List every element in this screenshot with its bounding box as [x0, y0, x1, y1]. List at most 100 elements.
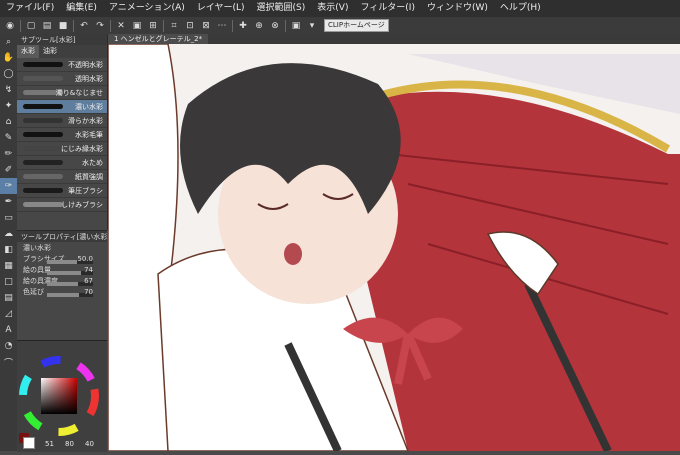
clear-icon[interactable]: ✕ [115, 20, 127, 32]
figure-tool-icon[interactable]: □ [0, 274, 17, 290]
menu-animation[interactable]: アニメーション(A) [103, 0, 191, 17]
airbrush-tool-icon[interactable]: ✒ [0, 194, 17, 210]
save-icon[interactable]: ■ [57, 20, 69, 32]
property-value: 74 [84, 265, 93, 274]
artwork-canvas[interactable] [108, 44, 680, 451]
separator [232, 19, 233, 32]
snap-grid-icon[interactable]: ⊕ [253, 20, 265, 32]
color-panel: 51 80 40 [17, 340, 107, 452]
document-tab-bar: 1 ヘンゼルとグレーテル_2* [108, 34, 680, 44]
property-value: 67 [84, 276, 93, 285]
brush-item[interactable]: しけみブラシ [17, 198, 107, 212]
brush-item[interactable]: 濁り&なじませ [17, 86, 107, 100]
brush-item-label: 紙質強調 [75, 172, 103, 181]
brush-item[interactable]: 筆圧ブラシ [17, 184, 107, 198]
text-tool-icon[interactable]: A [0, 322, 17, 338]
menu-file[interactable]: ファイル(F) [0, 0, 60, 17]
property-row[interactable]: 色延び 70 [17, 286, 107, 297]
menu-filter[interactable]: フィルター(I) [354, 0, 421, 17]
brush-tool-icon[interactable]: ✐ [0, 162, 17, 178]
canvas-area[interactable]: 1 ヘンゼルとグレーテル_2* [108, 34, 680, 451]
tool-palette: ⌕ ✋ ◯ ↯ ✦ ⌂ ✎ ✏ ✐ ✑ ✒ ▭ ☁ ◧ ▦ □ ▤ ◿ A ◔ … [0, 34, 18, 451]
brush-stroke-preview [23, 132, 63, 137]
separator [20, 19, 21, 32]
timelapse-icon[interactable]: ▣ [290, 20, 302, 32]
select-tool-icon[interactable]: ◯ [0, 66, 17, 82]
select-all-icon[interactable]: ⊠ [200, 20, 212, 32]
pencil-tool-icon[interactable]: ✏ [0, 146, 17, 162]
brush-name: 濃い水彩 [23, 243, 51, 252]
brush-item-label: 濁り&なじませ [55, 88, 103, 97]
value-overlay [41, 378, 77, 414]
lasso-tool-icon[interactable]: ↯ [0, 82, 17, 98]
snap-special-icon[interactable]: ⊗ [269, 20, 281, 32]
menu-view[interactable]: 表示(V) [311, 0, 354, 17]
snap-icon[interactable]: ✚ [237, 20, 249, 32]
document-tab[interactable]: 1 ヘンゼルとグレーテル_2* [108, 34, 209, 44]
brush-item[interactable]: 滑らか水彩 [17, 114, 107, 128]
brush-item-label: 水ため [82, 158, 103, 167]
tab-oil[interactable]: 油彩 [39, 45, 61, 58]
brush-item[interactable]: 水彩毛筆 [17, 128, 107, 142]
menu-help[interactable]: ヘルプ(H) [494, 0, 547, 17]
zoom-tool-icon[interactable]: ⌕ [0, 34, 17, 50]
eyedropper-tool-icon[interactable]: ⌂ [0, 114, 17, 130]
eraser-tool-icon[interactable]: ▭ [0, 210, 17, 226]
brush-stroke-preview [23, 174, 63, 179]
brush-item[interactable]: にじみ縁水彩 [17, 142, 107, 156]
brush-item[interactable]: 透明水彩 [17, 72, 107, 86]
brush-item[interactable]: 紙質強調 [17, 170, 107, 184]
menu-selection[interactable]: 選択範囲(S) [251, 0, 312, 17]
invert-selection-icon[interactable]: ⊡ [184, 20, 196, 32]
property-row[interactable]: 絵の具量 74 [17, 264, 107, 275]
snap-ruler-icon[interactable]: ⋯ [216, 20, 228, 32]
separator [163, 19, 164, 32]
clip-homepage-button[interactable]: CLIPホームページ [324, 19, 389, 32]
correct-line-tool-icon[interactable]: ⌒ [0, 354, 17, 370]
fill-tool-icon[interactable]: ◧ [0, 242, 17, 258]
brush-stroke-preview [23, 202, 63, 207]
hand-tool-icon[interactable]: ✋ [0, 50, 17, 66]
deselect-icon[interactable]: ⌗ [168, 20, 180, 32]
subtool-tabs: 水彩 油彩 [17, 45, 107, 58]
color-value-s: 80 [65, 440, 74, 448]
brush-stroke-preview [23, 76, 63, 81]
brush-item-label: 筆圧ブラシ [68, 186, 103, 195]
new-file-icon[interactable]: ▢ [25, 20, 37, 32]
menu-layer[interactable]: レイヤー(L) [191, 0, 251, 17]
brush-item[interactable]: 濃い水彩 [17, 100, 107, 114]
brush-item[interactable]: 不透明水彩 [17, 58, 107, 72]
color-value-h: 51 [45, 440, 54, 448]
watercolor-tool-icon[interactable]: ✑ [0, 178, 17, 194]
brush-stroke-preview [23, 104, 63, 109]
tab-watercolor[interactable]: 水彩 [17, 45, 39, 58]
pen-tool-icon[interactable]: ✎ [0, 130, 17, 146]
menu-edit[interactable]: 編集(E) [60, 0, 103, 17]
dropdown-icon[interactable]: ▾ [306, 20, 318, 32]
open-file-icon[interactable]: ▤ [41, 20, 53, 32]
command-bar: ◉ ▢ ▤ ■ ↶ ↷ ✕ ▣ ⊞ ⌗ ⊡ ⊠ ⋯ ✚ ⊕ ⊗ ▣ ▾ CLIP… [0, 17, 680, 35]
frame-tool-icon[interactable]: ▤ [0, 290, 17, 306]
menu-window[interactable]: ウィンドウ(W) [421, 0, 494, 17]
brush-item-label: 不透明水彩 [68, 60, 103, 69]
sub-color-swatch[interactable] [23, 437, 35, 449]
transform-icon[interactable]: ⊞ [147, 20, 159, 32]
gradient-tool-icon[interactable]: ▦ [0, 258, 17, 274]
undo-icon[interactable]: ↶ [78, 20, 90, 32]
brush-stroke-preview [23, 160, 63, 165]
redo-icon[interactable]: ↷ [94, 20, 106, 32]
color-wheel[interactable] [17, 341, 107, 452]
blend-tool-icon[interactable]: ☁ [0, 226, 17, 242]
color-value-v: 40 [85, 440, 94, 448]
property-row[interactable]: ブラシサイズ 50.0 [17, 253, 107, 264]
ruler-tool-icon[interactable]: ◿ [0, 306, 17, 322]
clip-logo-icon[interactable]: ◉ [4, 20, 16, 32]
brush-stroke-preview [23, 118, 63, 123]
fill-icon[interactable]: ▣ [131, 20, 143, 32]
open-mouth [284, 243, 302, 265]
brush-item[interactable]: 水ため [17, 156, 107, 170]
wand-tool-icon[interactable]: ✦ [0, 98, 17, 114]
property-row[interactable]: 絵の具濃度 67 [17, 275, 107, 286]
menu-bar: ファイル(F) 編集(E) アニメーション(A) レイヤー(L) 選択範囲(S)… [0, 0, 680, 18]
balloon-tool-icon[interactable]: ◔ [0, 338, 17, 354]
